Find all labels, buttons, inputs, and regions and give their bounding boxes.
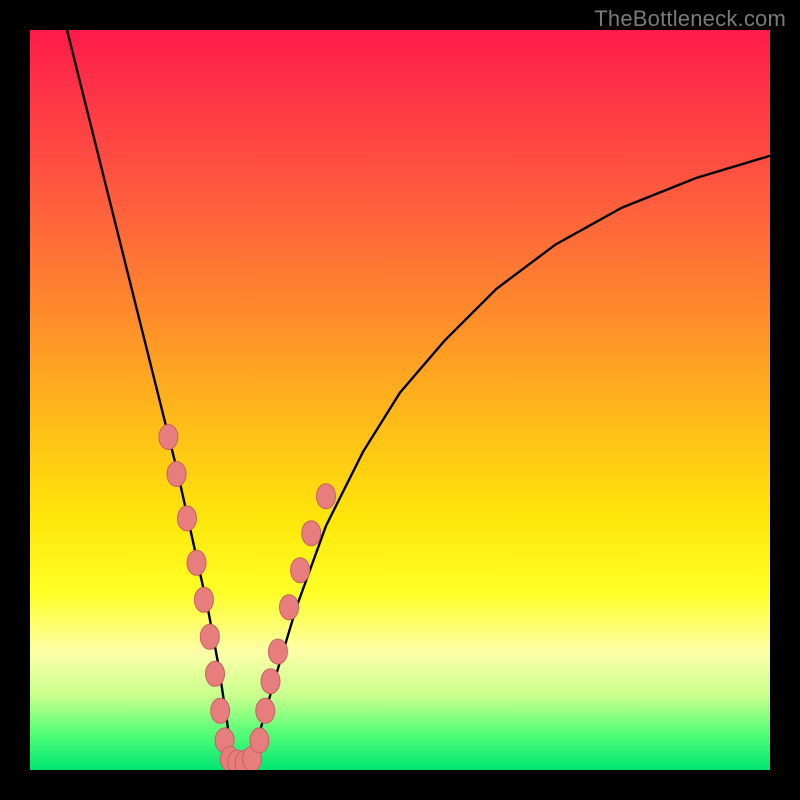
- marker-dot: [261, 669, 280, 694]
- chart-frame: TheBottleneck.com: [0, 0, 800, 800]
- marker-dot: [268, 639, 287, 664]
- marker-dot: [194, 587, 213, 612]
- marker-dot: [291, 558, 310, 583]
- marker-dot: [211, 698, 230, 723]
- marker-dot: [302, 521, 321, 546]
- marker-dot: [206, 661, 225, 686]
- marker-dot: [256, 698, 275, 723]
- marker-dot: [250, 728, 269, 753]
- marker-dot: [187, 550, 206, 575]
- marker-dot: [200, 624, 219, 649]
- marker-dot: [167, 462, 186, 487]
- watermark-text: TheBottleneck.com: [594, 6, 786, 32]
- chart-svg: [30, 30, 770, 770]
- marker-dot: [317, 484, 336, 509]
- marker-dot: [177, 506, 196, 531]
- bottleneck-curve: [67, 30, 770, 763]
- marker-dot: [280, 595, 299, 620]
- marker-dot: [159, 425, 178, 450]
- curve-markers: [159, 425, 336, 771]
- plot-area: [30, 30, 770, 770]
